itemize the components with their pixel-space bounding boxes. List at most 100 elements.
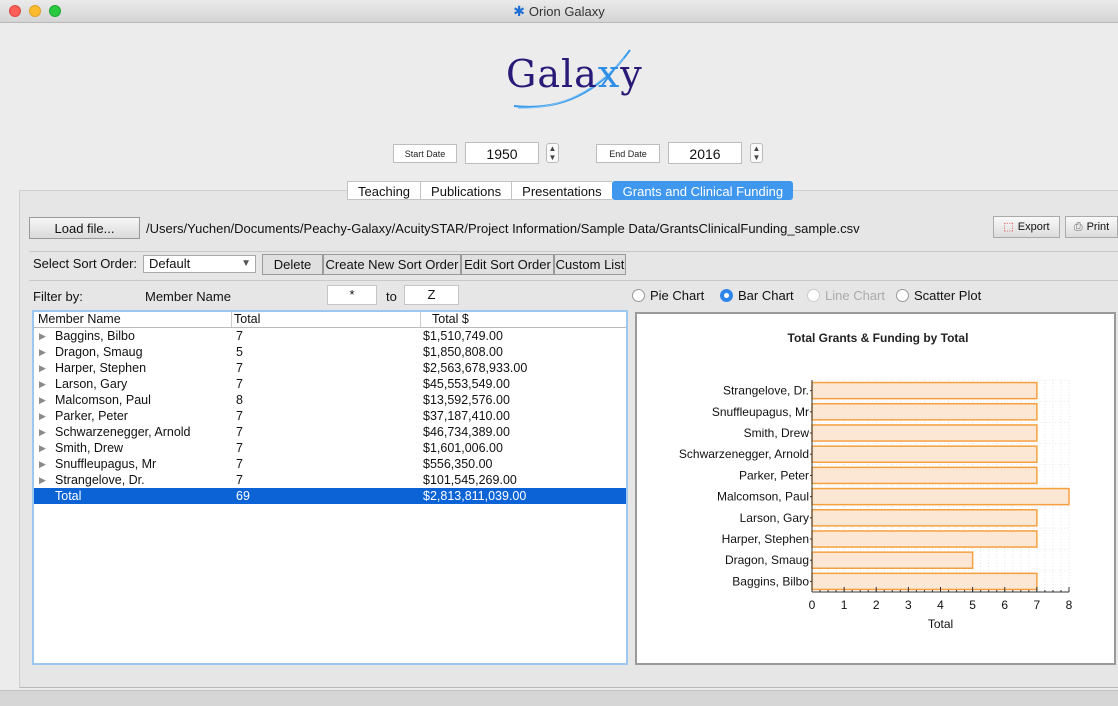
- table-row[interactable]: ▶ Dragon, Smaug 5 $1,850,808.00: [34, 344, 626, 360]
- table-row[interactable]: ▶ Snuffleupagus, Mr 7 $556,350.00: [34, 456, 626, 472]
- table-row[interactable]: ▶ Schwarzenegger, Arnold 7 $46,734,389.00: [34, 424, 626, 440]
- bar: [811, 487, 1070, 506]
- total-count-cell: 69: [236, 489, 250, 503]
- category-label: Parker, Peter: [739, 468, 809, 482]
- total-dollars-cell: $37,187,410.00: [423, 409, 510, 423]
- tab-presentations[interactable]: Presentations: [511, 181, 612, 200]
- total-cell: 8: [236, 393, 243, 407]
- filter-field-label: Member Name: [145, 289, 231, 304]
- expand-triangle-icon[interactable]: ▶: [39, 456, 46, 472]
- start-date-stepper[interactable]: ▲ ▼: [546, 143, 559, 163]
- chart-title: Total Grants & Funding by Total: [788, 331, 969, 345]
- category-label: Malcomson, Paul: [717, 490, 809, 504]
- x-tick-label: 3: [905, 598, 912, 612]
- divider: [29, 251, 1118, 252]
- expand-triangle-icon[interactable]: ▶: [39, 424, 46, 440]
- window-title: Orion Galaxy: [528, 4, 605, 19]
- pdf-icon: ⬚: [1003, 221, 1014, 233]
- total-dollars-cell: $1,601,006.00: [423, 441, 503, 455]
- expand-triangle-icon[interactable]: ▶: [39, 408, 46, 424]
- divider: [29, 280, 1118, 281]
- end-date-input[interactable]: 2016: [668, 142, 742, 164]
- column-header-total[interactable]: Total: [234, 312, 260, 327]
- start-date-label: Start Date: [393, 144, 457, 163]
- expand-triangle-icon[interactable]: ▶: [39, 440, 46, 456]
- app-star-icon: ✱: [513, 3, 525, 19]
- filter-to-label: to: [386, 289, 397, 304]
- column-header-name[interactable]: Member Name: [38, 312, 121, 327]
- members-table[interactable]: Member Name Total Total $ ▶ Baggins, Bilb…: [32, 310, 628, 665]
- total-dollars-cell: $46,734,389.00: [423, 425, 510, 439]
- filter-label: Filter by:: [33, 289, 83, 304]
- table-row[interactable]: ▶ Baggins, Bilbo 7 $1,510,749.00: [34, 328, 626, 344]
- expand-triangle-icon[interactable]: ▶: [39, 472, 46, 488]
- total-cell: 5: [236, 345, 243, 359]
- chevron-down-icon: ▼: [241, 258, 251, 269]
- total-cell: 7: [236, 457, 243, 471]
- expand-triangle-icon[interactable]: ▶: [39, 376, 46, 392]
- table-row[interactable]: ▶ Larson, Gary 7 $45,553,549.00: [34, 376, 626, 392]
- filter-from-input[interactable]: *: [327, 285, 377, 305]
- start-date-input[interactable]: 1950: [465, 142, 539, 164]
- scatter-plot-radio[interactable]: Scatter Plot: [896, 288, 981, 303]
- category-label: Schwarzenegger, Arnold: [679, 447, 809, 461]
- member-name-cell: Malcomson, Paul: [55, 393, 151, 407]
- table-row[interactable]: ▶ Harper, Stephen 7 $2,563,678,933.00: [34, 360, 626, 376]
- expand-triangle-icon[interactable]: ▶: [39, 392, 46, 408]
- printer-icon: ⎙: [1073, 221, 1083, 233]
- table-row[interactable]: ▶ Strangelove, Dr. 7 $101,545,269.00: [34, 472, 626, 488]
- category-label: Strangelove, Dr.: [723, 384, 809, 398]
- filter-to-input[interactable]: Z: [404, 285, 459, 305]
- line-chart-radio[interactable]: Line Chart: [807, 288, 885, 303]
- load-file-button[interactable]: Load file...: [29, 217, 140, 239]
- export-button[interactable]: ⬚ Export: [993, 216, 1060, 238]
- total-cell: 7: [236, 329, 243, 343]
- total-dollars-cell: $2,563,678,933.00: [423, 361, 528, 375]
- member-name-cell: Larson, Gary: [55, 377, 128, 391]
- total-dollars-cell: $1,510,749.00: [423, 329, 503, 343]
- column-header-total-dollars[interactable]: Total $: [432, 312, 469, 327]
- total-cell: 7: [236, 377, 243, 391]
- chart-panel: Total Grants & Funding by Total Strangelo…: [635, 312, 1116, 665]
- x-tick-label: 8: [1066, 598, 1073, 612]
- create-sort-order-button[interactable]: Create New Sort Order: [323, 254, 461, 275]
- galaxy-logo: Galaxy: [484, 44, 644, 114]
- bar: [811, 466, 1038, 485]
- member-name-cell: Schwarzenegger, Arnold: [55, 425, 191, 439]
- custom-list-button[interactable]: Custom List: [554, 254, 626, 275]
- tab-bar: Teaching Publications Presentations Gran…: [347, 181, 794, 201]
- member-name-cell: Snuffleupagus, Mr: [55, 457, 157, 471]
- table-row[interactable]: ▶ Parker, Peter 7 $37,187,410.00: [34, 408, 626, 424]
- x-tick-label: 7: [1034, 598, 1041, 612]
- x-tick-label: 6: [1001, 598, 1008, 612]
- tab-publications[interactable]: Publications: [420, 181, 512, 200]
- category-label: Harper, Stephen: [722, 532, 809, 546]
- delete-button[interactable]: Delete: [262, 254, 323, 275]
- tab-grants[interactable]: Grants and Clinical Funding: [611, 181, 794, 200]
- bar: [811, 508, 1038, 527]
- bar-chart-radio[interactable]: Bar Chart: [720, 288, 794, 303]
- total-dollars-cell: $45,553,549.00: [423, 377, 510, 391]
- total-cell: 7: [236, 361, 243, 375]
- expand-triangle-icon[interactable]: ▶: [39, 328, 46, 344]
- title-bar: ✱ Orion Galaxy: [0, 0, 1118, 23]
- category-label: Larson, Gary: [740, 511, 809, 525]
- x-tick-label: 0: [809, 598, 816, 612]
- sort-order-select[interactable]: Default ▼: [143, 255, 256, 273]
- total-amount-cell: $2,813,811,039.00: [423, 489, 527, 503]
- member-name-cell: Baggins, Bilbo: [55, 329, 135, 343]
- tab-teaching[interactable]: Teaching: [347, 181, 421, 200]
- table-row[interactable]: ▶ Smith, Drew 7 $1,601,006.00: [34, 440, 626, 456]
- total-row[interactable]: Total 69 $2,813,811,039.00: [34, 488, 626, 504]
- category-label: Smith, Drew: [744, 426, 810, 440]
- expand-triangle-icon[interactable]: ▶: [39, 344, 46, 360]
- pie-chart-radio[interactable]: Pie Chart: [632, 288, 704, 303]
- total-cell: 7: [236, 425, 243, 439]
- table-row[interactable]: ▶ Malcomson, Paul 8 $13,592,576.00: [34, 392, 626, 408]
- edit-sort-order-button[interactable]: Edit Sort Order: [461, 254, 554, 275]
- print-button[interactable]: ⎙ Print: [1065, 216, 1118, 238]
- total-cell: 7: [236, 441, 243, 455]
- member-name-cell: Smith, Drew: [55, 441, 124, 455]
- expand-triangle-icon[interactable]: ▶: [39, 360, 46, 376]
- end-date-stepper[interactable]: ▲ ▼: [750, 143, 763, 163]
